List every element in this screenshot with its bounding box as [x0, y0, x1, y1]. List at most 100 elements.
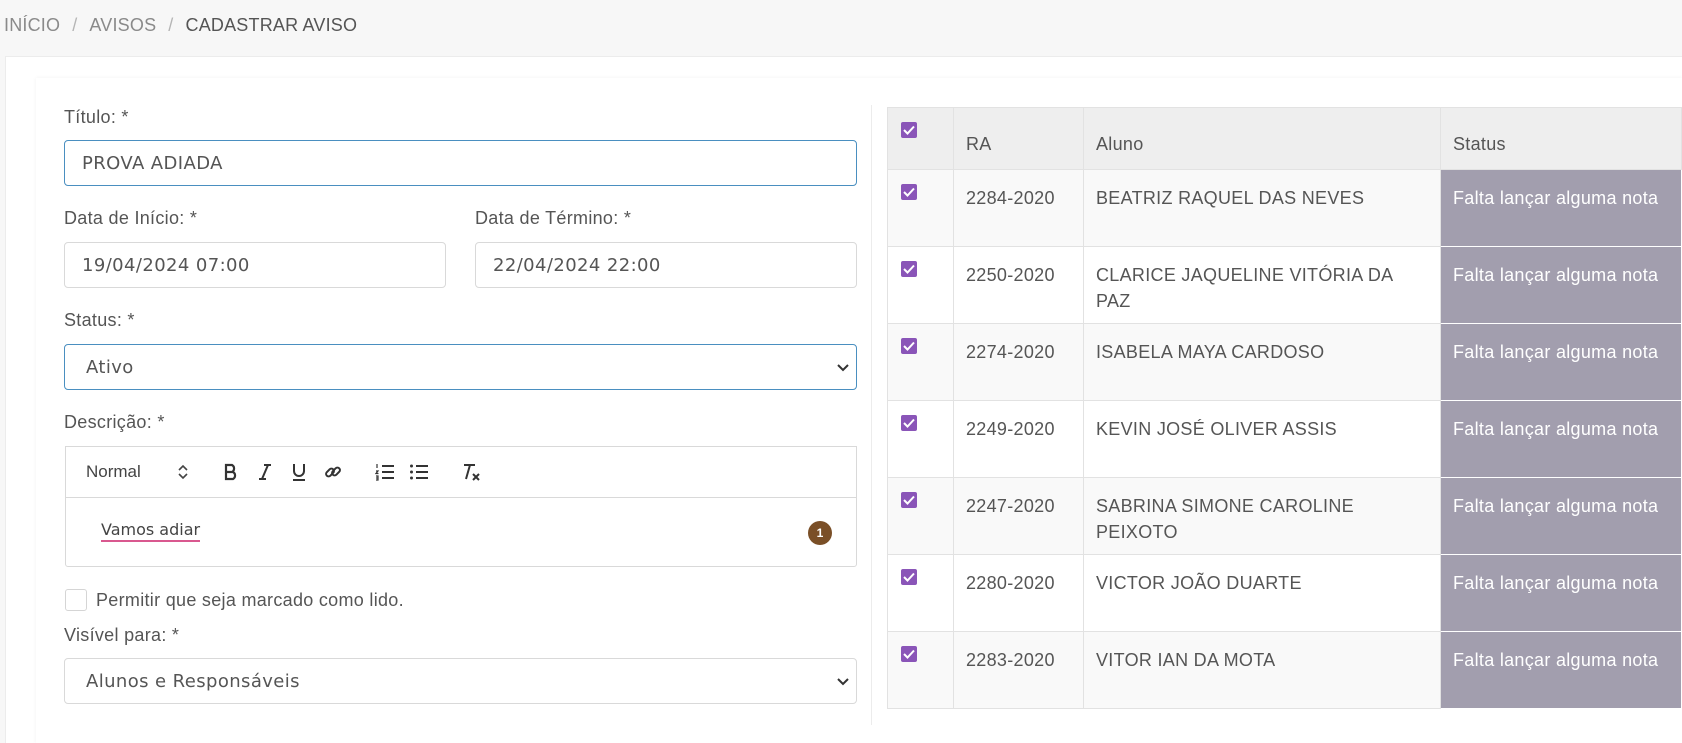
table-row[interactable]: 2284-2020 BEATRIZ RAQUEL DAS NEVES Falta l…	[887, 169, 1682, 247]
row-select-cell	[887, 323, 954, 401]
underline-icon	[293, 464, 305, 481]
description-label: Descrição: *	[64, 412, 165, 432]
end-date-label: Data de Término: *	[475, 208, 632, 228]
bold-button[interactable]	[220, 459, 242, 485]
row-checkbox[interactable]	[901, 492, 917, 508]
row-checkbox[interactable]	[901, 569, 917, 585]
cell-status: Falta lançar alguma nota	[1440, 323, 1682, 401]
cell-aluno: CLARICE JAQUELINE VITÓRIA DA PAZ	[1083, 246, 1441, 324]
students-table: RA Aluno Status 2284-2020 BEATRIZ RAQUEL …	[887, 107, 1682, 709]
table-row[interactable]: 2250-2020 CLARICE JAQUELINE VITÓRIA DA PA…	[887, 246, 1682, 324]
cell-status: Falta lançar alguma nota	[1440, 169, 1682, 247]
header-ra[interactable]: RA	[953, 107, 1084, 170]
cell-status: Falta lançar alguma nota	[1440, 631, 1682, 709]
table-row[interactable]: 2280-2020 VICTOR JOÃO DUARTE Falta lançar …	[887, 554, 1682, 632]
format-select[interactable]: Normal	[86, 459, 196, 485]
cell-ra: 2283-2020	[953, 631, 1084, 709]
title-input-value: PROVA ADIADA	[82, 152, 223, 174]
end-date-input[interactable]: 22/04/2024 22:00	[475, 242, 857, 288]
check-icon	[903, 495, 915, 505]
status-select-value: Ativo	[86, 356, 134, 378]
format-select-value: Normal	[86, 462, 141, 481]
row-select-cell	[887, 631, 954, 709]
cell-ra: 2280-2020	[953, 554, 1084, 632]
table-row[interactable]: 2283-2020 VITOR IAN DA MOTA Falta lançar a…	[887, 631, 1682, 709]
column-divider	[871, 105, 872, 725]
table-row[interactable]: 2247-2020 SABRINA SIMONE CAROLINE PEIXOTO…	[887, 477, 1682, 555]
check-icon	[903, 341, 915, 351]
cell-ra: 2249-2020	[953, 400, 1084, 478]
link-icon	[325, 466, 341, 478]
status-select[interactable]: Ativo	[64, 344, 857, 390]
select-all-header	[887, 107, 954, 170]
check-icon	[903, 125, 915, 135]
breadcrumb-separator: /	[72, 14, 78, 35]
cell-aluno: VICTOR JOÃO DUARTE	[1083, 554, 1441, 632]
breadcrumb: INÍCIO / AVISOS / CADASTRAR AVISO	[4, 12, 357, 38]
ordered-list-icon	[375, 464, 394, 481]
bullet-list-button[interactable]	[408, 459, 430, 485]
clear-format-button[interactable]	[460, 459, 482, 485]
chevron-down-icon	[837, 364, 849, 372]
chevron-down-icon	[837, 678, 849, 686]
row-select-cell	[887, 400, 954, 478]
breadcrumb-avisos[interactable]: AVISOS	[89, 15, 156, 36]
header-aluno[interactable]: Aluno	[1083, 107, 1441, 170]
cell-status: Falta lançar alguma nota	[1440, 400, 1682, 478]
start-date-input[interactable]: 19/04/2024 07:00	[64, 242, 446, 288]
cell-aluno: ISABELA MAYA CARDOSO	[1083, 323, 1441, 401]
end-date-value: 22/04/2024 22:00	[493, 254, 661, 276]
select-all-checkbox[interactable]	[901, 122, 917, 138]
italic-icon	[259, 464, 271, 480]
breadcrumb-current: CADASTRAR AVISO	[185, 14, 358, 35]
allow-read-checkbox[interactable]	[65, 589, 87, 611]
row-checkbox[interactable]	[901, 415, 917, 431]
spellcheck-badge[interactable]: 1	[808, 521, 832, 545]
table-row[interactable]: 2274-2020 ISABELA MAYA CARDOSO Falta lança…	[887, 323, 1682, 401]
status-label: Status: *	[64, 310, 135, 330]
title-label: Título: *	[64, 107, 129, 127]
editor-toolbar: Normal	[65, 446, 857, 497]
visible-select[interactable]: Alunos e Responsáveis	[64, 658, 857, 704]
cell-ra: 2250-2020	[953, 246, 1084, 324]
cell-aluno: KEVIN JOSÉ OLIVER ASSIS	[1083, 400, 1441, 478]
start-date-value: 19/04/2024 07:00	[82, 254, 250, 276]
check-icon	[903, 418, 915, 428]
clear-format-icon	[464, 464, 480, 481]
italic-button[interactable]	[254, 459, 276, 485]
bullet-list-icon	[410, 464, 428, 480]
allow-read-option[interactable]: Permitir que seja marcado como lido.	[65, 588, 404, 612]
allow-read-label: Permitir que seja marcado como lido.	[96, 589, 404, 610]
header-status[interactable]: Status	[1440, 107, 1682, 170]
bold-icon	[224, 463, 237, 481]
cell-aluno: BEATRIZ RAQUEL DAS NEVES	[1083, 169, 1441, 247]
row-checkbox[interactable]	[901, 338, 917, 354]
underline-button[interactable]	[288, 459, 310, 485]
cell-ra: 2274-2020	[953, 323, 1084, 401]
title-input[interactable]: PROVA ADIADA	[64, 140, 857, 186]
cell-ra: 2284-2020	[953, 169, 1084, 247]
editor-text: Vamos adiar	[101, 520, 201, 542]
cell-ra: 2247-2020	[953, 477, 1084, 555]
editor-content[interactable]: Vamos adiar 1	[65, 497, 857, 567]
row-select-cell	[887, 246, 954, 324]
table-header-row: RA Aluno Status	[887, 107, 1682, 170]
row-checkbox[interactable]	[901, 184, 917, 200]
row-checkbox[interactable]	[901, 646, 917, 662]
start-date-label: Data de Início: *	[64, 208, 198, 228]
row-checkbox[interactable]	[901, 261, 917, 277]
table-row[interactable]: 2249-2020 KEVIN JOSÉ OLIVER ASSIS Falta la…	[887, 400, 1682, 478]
cell-status: Falta lançar alguma nota	[1440, 554, 1682, 632]
row-select-cell	[887, 169, 954, 247]
updown-arrows-icon	[178, 464, 188, 480]
cell-aluno: VITOR IAN DA MOTA	[1083, 631, 1441, 709]
check-icon	[903, 572, 915, 582]
breadcrumb-separator: /	[168, 14, 174, 35]
row-select-cell	[887, 554, 954, 632]
visible-select-value: Alunos e Responsáveis	[86, 670, 300, 692]
visible-label: Visível para: *	[64, 625, 180, 645]
breadcrumb-home[interactable]: INÍCIO	[4, 15, 60, 36]
link-button[interactable]	[322, 459, 344, 485]
ordered-list-button[interactable]	[374, 459, 396, 485]
cell-aluno: SABRINA SIMONE CAROLINE PEIXOTO	[1083, 477, 1441, 555]
